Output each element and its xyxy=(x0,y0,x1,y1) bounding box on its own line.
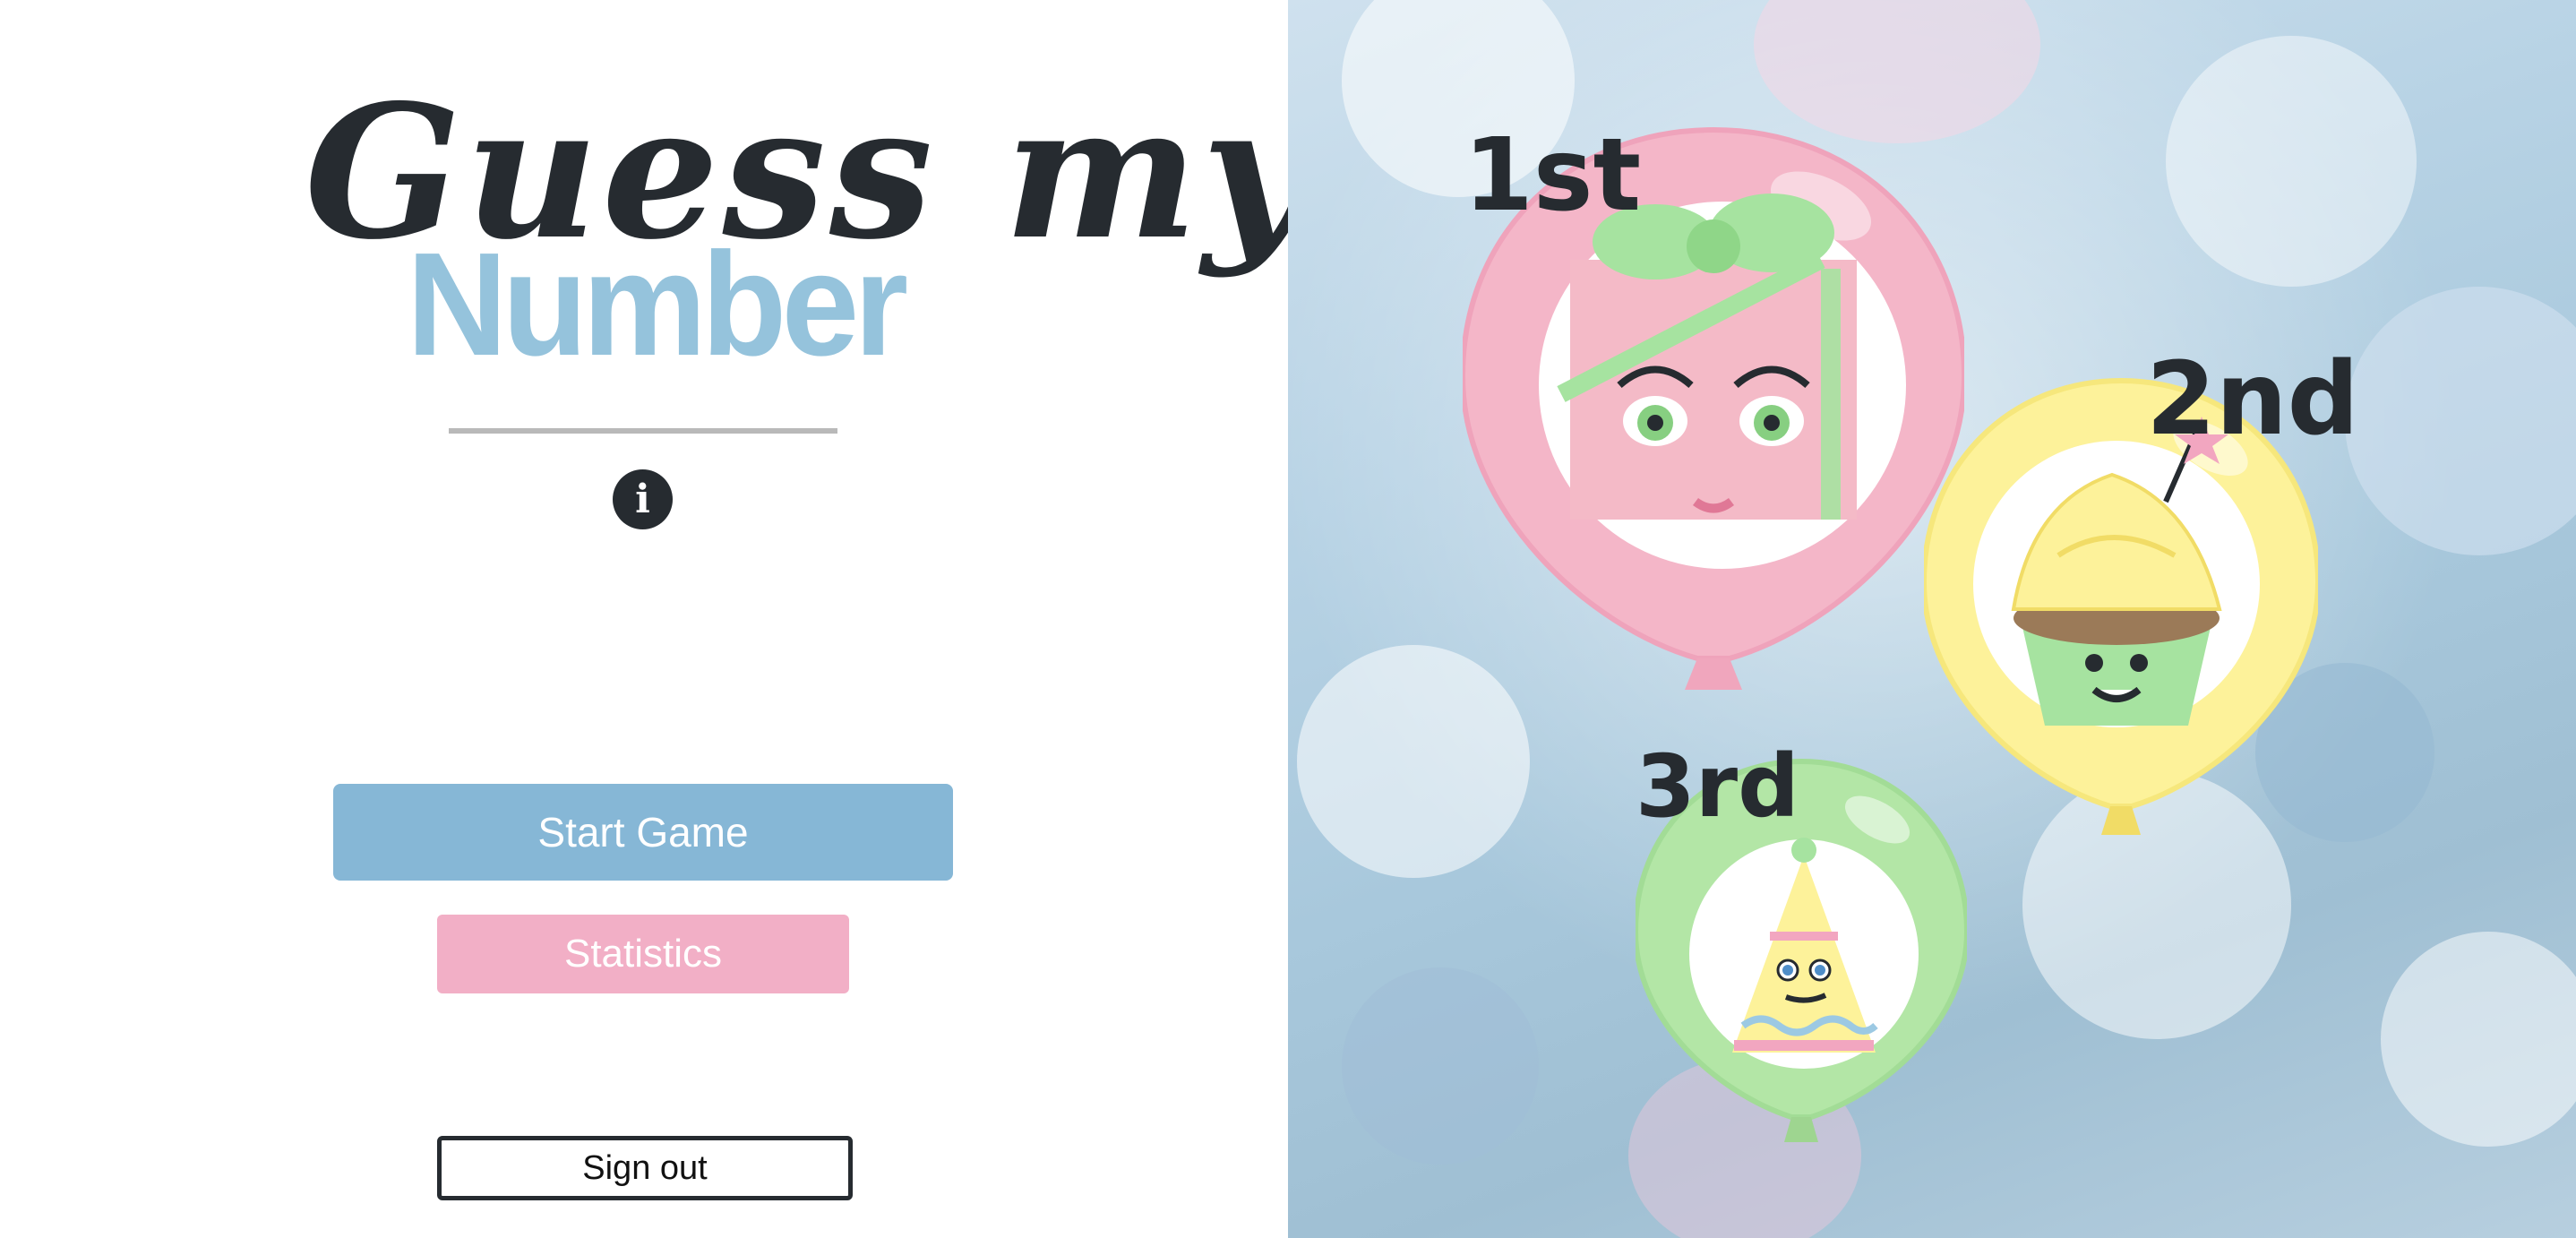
bokeh-light xyxy=(2345,287,2576,555)
first-place-label: 1st xyxy=(1464,117,1642,234)
gift-box-character-icon xyxy=(1557,193,1857,520)
menu-panel: Guess my Number i Start Game Statistics … xyxy=(0,0,1309,1238)
title-number: Number xyxy=(407,222,908,386)
sign-out-button[interactable]: Sign out xyxy=(437,1136,853,1200)
title-divider xyxy=(449,428,837,434)
bokeh-light xyxy=(2381,932,2576,1147)
podium-panel: 1st 2nd 3rd xyxy=(1288,0,2576,1238)
bokeh-light xyxy=(1342,967,1539,1165)
start-game-button[interactable]: Start Game xyxy=(333,784,953,881)
statistics-button[interactable]: Statistics xyxy=(437,915,849,993)
third-place-label: 3rd xyxy=(1636,736,1799,837)
second-place-label: 2nd xyxy=(2146,341,2359,458)
bokeh-light xyxy=(2166,36,2417,287)
bokeh-light xyxy=(1754,0,2040,143)
info-icon[interactable]: i xyxy=(613,469,673,529)
